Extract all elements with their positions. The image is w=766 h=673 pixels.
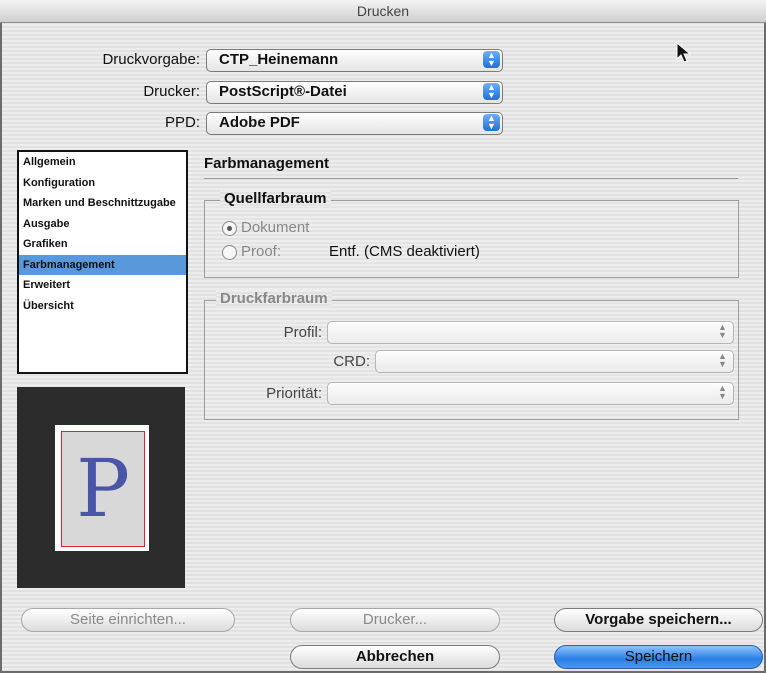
- popup-arrows-icon: ▲ ▼: [483, 114, 500, 131]
- profile-popup[interactable]: ▲ ▼: [327, 321, 734, 344]
- sidebar-item-erweitert[interactable]: Erweitert: [19, 275, 186, 296]
- ppd-popup[interactable]: Adobe PDF ▲ ▼: [206, 112, 503, 135]
- title-bar: Drucken: [0, 0, 766, 23]
- sidebar-item-allgemein[interactable]: Allgemein: [19, 152, 186, 173]
- radio-document-label: Dokument: [241, 219, 310, 236]
- proof-value: Entf. (CMS deaktiviert): [329, 243, 480, 260]
- radio-document[interactable]: [222, 221, 237, 236]
- printer-value: PostScript®-Datei: [219, 83, 347, 100]
- page-setup-button[interactable]: Seite einrichten...: [21, 608, 235, 632]
- ppd-label: PPD:: [164, 114, 200, 131]
- popup-arrows-icon: ▲ ▼: [483, 83, 500, 100]
- radio-proof[interactable]: [222, 245, 237, 260]
- mouse-cursor-icon: [676, 42, 692, 63]
- preset-label: Druckvorgabe:: [102, 51, 200, 68]
- cancel-button[interactable]: Abbrechen: [290, 645, 500, 669]
- radio-dot: [227, 226, 232, 231]
- sidebar-item-marken[interactable]: Marken und Beschnittzugabe: [19, 193, 186, 214]
- popup-arrows-icon: ▲ ▼: [718, 351, 727, 369]
- save-preset-button[interactable]: Vorgabe speichern...: [554, 608, 763, 632]
- radio-proof-label: Proof:: [241, 243, 282, 260]
- source-colorspace-group: [204, 200, 739, 278]
- preview-page-area: P: [61, 431, 145, 547]
- source-colorspace-title: Quellfarbraum: [220, 190, 331, 207]
- ppd-value: Adobe PDF: [219, 114, 300, 131]
- printer-button[interactable]: Drucker...: [290, 608, 500, 632]
- crd-label: CRD:: [333, 353, 370, 370]
- printer-popup[interactable]: PostScript®-Datei ▲ ▼: [206, 81, 503, 104]
- panel-title: Farbmanagement: [204, 155, 330, 172]
- preset-popup[interactable]: CTP_Heinemann ▲ ▼: [206, 49, 503, 72]
- popup-arrows-icon: ▲ ▼: [718, 322, 727, 340]
- priority-label: Priorität:: [266, 385, 322, 402]
- sidebar-item-konfiguration[interactable]: Konfiguration: [19, 173, 186, 194]
- save-button[interactable]: Speichern: [554, 645, 763, 669]
- popup-arrows-icon: ▲ ▼: [718, 383, 727, 401]
- window-title: Drucken: [356, 3, 410, 19]
- printer-label: Drucker:: [143, 83, 200, 100]
- preset-value: CTP_Heinemann: [219, 51, 339, 68]
- profile-label: Profil:: [283, 324, 322, 341]
- panel-divider: [204, 178, 738, 179]
- print-colorspace-title: Druckfarbraum: [216, 290, 332, 307]
- sidebar-item-farbmanagement[interactable]: Farbmanagement: [19, 254, 186, 275]
- sidebar-item-ausgabe[interactable]: Ausgabe: [19, 214, 186, 235]
- preview-page: P: [55, 425, 149, 551]
- popup-arrows-icon: ▲ ▼: [483, 51, 500, 68]
- sidebar-item-uebersicht[interactable]: Übersicht: [19, 296, 186, 317]
- sidebar-item-grafiken[interactable]: Grafiken: [19, 234, 186, 255]
- priority-popup[interactable]: ▲ ▼: [327, 382, 734, 405]
- page-preview: P: [17, 387, 185, 588]
- category-list[interactable]: Allgemein Konfiguration Marken und Besch…: [17, 150, 188, 374]
- preview-letter: P: [76, 442, 130, 535]
- crd-popup[interactable]: ▲ ▼: [375, 350, 734, 373]
